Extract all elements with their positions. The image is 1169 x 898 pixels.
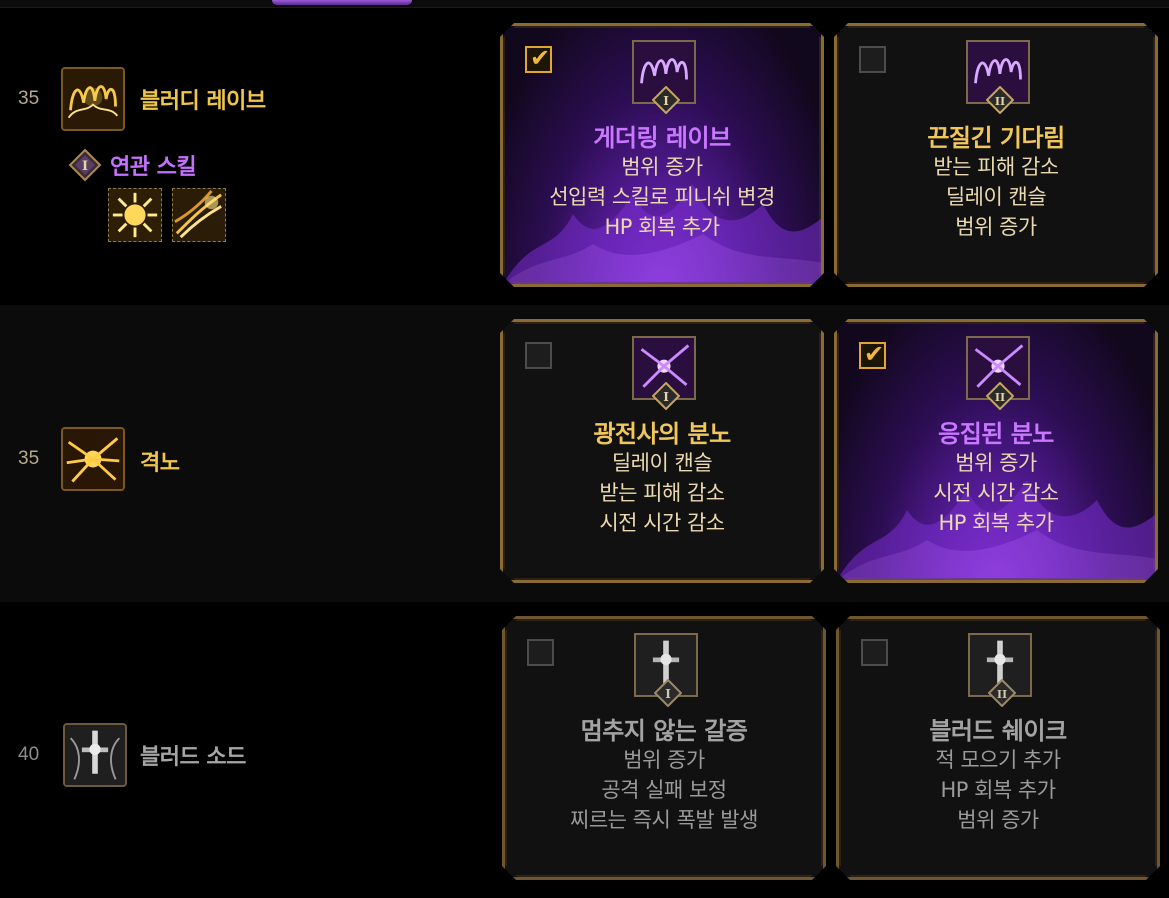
skill-level: 35 xyxy=(18,448,40,469)
option-card-blood-shake[interactable]: II 블러드 쉐이크 적 모으기 추가 HP 회복 추가 범위 증가 xyxy=(836,616,1160,880)
skill-name: 블러드 소드 xyxy=(140,745,246,770)
blood-sword-icon[interactable] xyxy=(63,723,127,787)
effect-line: 딜레이 캔슬 xyxy=(945,185,1047,209)
gathering-rave-icon: I xyxy=(632,40,696,104)
option-card-condensed-fury[interactable]: ✔ II 응집된 분노 범위 증가 시전 시간 감소 HP 회복 추가 xyxy=(834,319,1158,583)
skill-row-blood-rave: 35 블러디 레이브 I 연관 스킬 ✔ I 게더링 레이브 범위 증가 선입력… xyxy=(0,8,1169,305)
option-checkbox[interactable]: ✔ xyxy=(859,342,886,369)
option-effects: 딜레이 캔슬 받는 피해 감소 시전 시간 감소 xyxy=(503,448,821,538)
tier-one-badge-icon: I xyxy=(652,86,680,114)
option-effects: 적 모으기 추가 HP 회복 추가 범위 증가 xyxy=(839,745,1157,835)
burst-skill-icon[interactable] xyxy=(108,188,162,242)
effect-line: 공격 실패 보정 xyxy=(601,778,727,802)
tier-two-badge-icon: II xyxy=(986,382,1014,410)
svg-text:I: I xyxy=(82,159,88,174)
svg-text:II: II xyxy=(995,95,1005,108)
related-skill-header: I 연관 스킬 xyxy=(68,148,197,182)
effect-line: 범위 증가 xyxy=(957,808,1039,832)
blood-shake-icon: II xyxy=(968,633,1032,697)
option-title: 응집된 분노 xyxy=(938,420,1054,448)
option-effects: 범위 증가 공격 실패 보정 찌르는 즉시 폭발 발생 xyxy=(505,745,823,835)
unstoppable-thirst-icon: I xyxy=(634,633,698,697)
tier-one-badge-icon: I xyxy=(654,679,682,707)
effect-line: 받는 피해 감소 xyxy=(599,481,725,505)
skill-name: 격노 xyxy=(140,451,180,476)
svg-text:II: II xyxy=(997,688,1007,701)
effect-line: 범위 증가 xyxy=(955,451,1037,475)
fury-icon[interactable] xyxy=(61,427,125,491)
related-skill-icons xyxy=(108,188,226,242)
tier-one-diamond-icon: I xyxy=(68,148,102,182)
option-title: 멈추지 않는 갈증 xyxy=(580,717,748,745)
checkmark-icon: ✔ xyxy=(530,44,551,72)
blood-rave-icon[interactable] xyxy=(61,67,125,131)
effect-line: 시전 시간 감소 xyxy=(933,481,1059,505)
effect-line: 딜레이 캔슬 xyxy=(611,451,713,475)
effect-line: 찌르는 즉시 폭발 발생 xyxy=(570,808,758,832)
effect-line: HP 회복 추가 xyxy=(940,778,1056,802)
option-checkbox[interactable] xyxy=(861,639,888,666)
skill-level: 40 xyxy=(18,744,40,765)
option-title: 광전사의 분노 xyxy=(593,420,731,448)
option-card-unstoppable-thirst[interactable]: I 멈추지 않는 갈증 범위 증가 공격 실패 보정 찌르는 즉시 폭발 발생 xyxy=(502,616,826,880)
tier-two-badge-icon: II xyxy=(986,86,1014,114)
skill-row-blood-sword: 40 블러드 소드 I 멈추지 않는 갈증 범위 증가 공격 실패 보정 찌르는… xyxy=(0,602,1169,898)
skill-level: 35 xyxy=(18,88,40,109)
tier-one-badge-icon: I xyxy=(652,382,680,410)
option-title: 게더링 레이브 xyxy=(593,124,731,152)
option-checkbox[interactable] xyxy=(859,46,886,73)
option-checkbox[interactable] xyxy=(527,639,554,666)
option-card-berserker-fury[interactable]: I 광전사의 분노 딜레이 캔슬 받는 피해 감소 시전 시간 감소 xyxy=(500,319,824,583)
effect-line: 받는 피해 감소 xyxy=(933,155,1059,179)
condensed-fury-icon: II xyxy=(966,336,1030,400)
option-title: 블러드 쉐이크 xyxy=(929,717,1067,745)
related-skill-label: 연관 스킬 xyxy=(110,155,197,180)
svg-text:I: I xyxy=(665,687,671,701)
active-tab-indicator[interactable] xyxy=(272,0,412,5)
effect-line: HP 회복 추가 xyxy=(604,215,720,239)
svg-text:II: II xyxy=(995,391,1005,404)
option-checkbox[interactable] xyxy=(525,342,552,369)
effect-line: 시전 시간 감소 xyxy=(599,511,725,535)
effect-line: 선입력 스킬로 피니쉬 변경 xyxy=(549,185,775,209)
effect-line: 범위 증가 xyxy=(623,748,705,772)
tier-two-badge-icon: II xyxy=(988,679,1016,707)
persistent-wait-icon: II xyxy=(966,40,1030,104)
berserker-fury-icon: I xyxy=(632,336,696,400)
effect-line: 적 모으기 추가 xyxy=(935,748,1061,772)
skill-name: 블러디 레이브 xyxy=(140,89,266,114)
effect-line: 범위 증가 xyxy=(621,155,703,179)
skill-row-fury: 35 격노 I 광전사의 분노 딜레이 캔슬 받는 피해 감소 시전 시간 감소… xyxy=(0,305,1169,602)
top-tab-bar xyxy=(0,0,1169,8)
option-effects: 범위 증가 시전 시간 감소 HP 회복 추가 xyxy=(837,448,1155,538)
option-card-gathering-rave[interactable]: ✔ I 게더링 레이브 범위 증가 선입력 스킬로 피니쉬 변경 HP 회복 추… xyxy=(500,23,824,287)
effect-line: 범위 증가 xyxy=(955,215,1037,239)
svg-text:I: I xyxy=(663,94,669,108)
effect-line: HP 회복 추가 xyxy=(938,511,1054,535)
checkmark-icon: ✔ xyxy=(864,340,885,368)
radiant-slash-icon[interactable] xyxy=(172,188,226,242)
option-checkbox[interactable]: ✔ xyxy=(525,46,552,73)
option-effects: 받는 피해 감소 딜레이 캔슬 범위 증가 xyxy=(837,152,1155,242)
option-effects: 범위 증가 선입력 스킬로 피니쉬 변경 HP 회복 추가 xyxy=(503,152,821,242)
option-title: 끈질긴 기다림 xyxy=(927,124,1065,152)
svg-text:I: I xyxy=(663,390,669,404)
option-card-persistent-wait[interactable]: II 끈질긴 기다림 받는 피해 감소 딜레이 캔슬 범위 증가 xyxy=(834,23,1158,287)
